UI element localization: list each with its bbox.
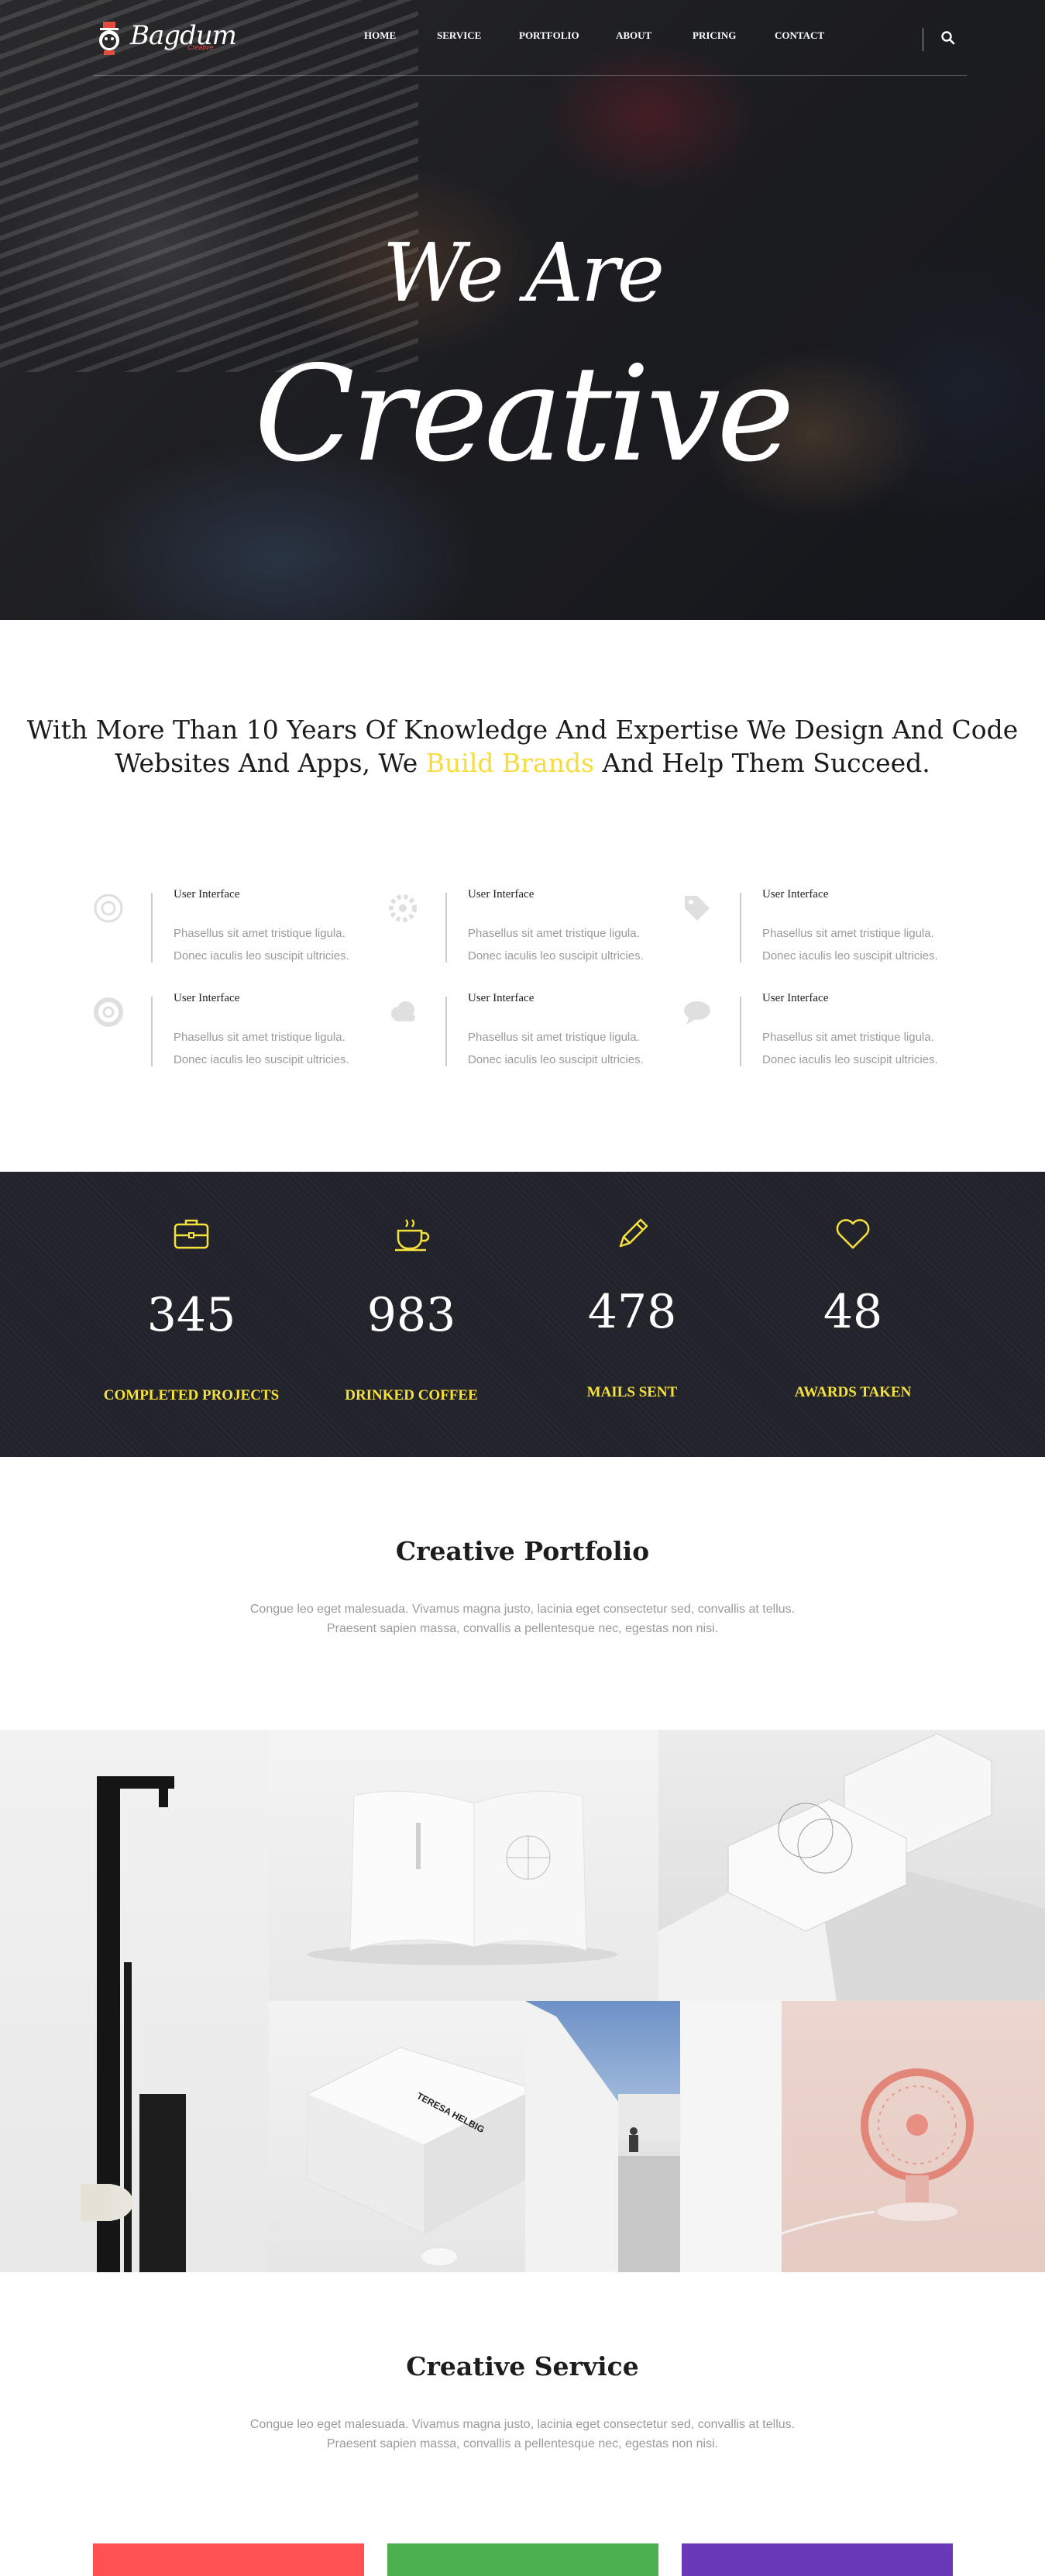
feature-item: User Interface Phasellus sit amet tristi… <box>93 883 372 969</box>
stat-value: 345 <box>146 1288 236 1342</box>
portfolio-description: Congue leo eget malesuada. Vivamus magna… <box>249 1603 796 1635</box>
feature-description: Phasellus sit amet tristique ligula. Done… <box>468 927 644 963</box>
stat-drinked-coffee: 983 DRINKED COFFEE <box>295 1172 528 1457</box>
nav-pricing[interactable]: PRICING <box>693 29 736 42</box>
stat-awards-taken: 48 AWARDS TAKEN <box>737 1172 969 1457</box>
feature-item: User Interface Phasellus sit amet tristi… <box>682 883 961 969</box>
brand-logo[interactable]: Bagdum Creative <box>96 20 237 59</box>
stat-value: 48 <box>823 1285 883 1339</box>
tall-device-image <box>81 1776 186 2272</box>
lifebuoy-icon <box>94 997 123 1027</box>
intro-statement: With More Than 10 Years Of Knowledge And… <box>0 713 1045 780</box>
portfolio-item-book[interactable] <box>269 1730 658 2001</box>
feature-divider <box>151 997 153 1066</box>
stat-value: 478 <box>587 1285 677 1339</box>
cloud-icon <box>391 1001 415 1021</box>
feature-title: User Interface <box>174 992 240 1004</box>
brand-tagline: Creative <box>187 43 214 51</box>
open-book-image <box>308 1790 617 1965</box>
nav-about[interactable]: ABOUT <box>616 29 651 42</box>
feature-title: User Interface <box>762 888 829 901</box>
pencil-icon <box>619 1218 648 1248</box>
hero-section: Bagdum Creative HOME SERVICE PORTFOLIO A… <box>0 0 1045 620</box>
service-card-red[interactable] <box>93 2543 364 2576</box>
feature-item: User Interface Phasellus sit amet tristi… <box>387 987 666 1073</box>
branded-box-image: TERESA HELBIG <box>307 2047 525 2267</box>
feature-description: Phasellus sit amet tristique ligula. Done… <box>174 927 349 963</box>
feature-item: User Interface Phasellus sit amet tristi… <box>93 987 372 1073</box>
stat-value: 983 <box>366 1288 456 1342</box>
target-icon <box>94 894 123 923</box>
nav-home[interactable]: HOME <box>364 29 396 42</box>
stat-label: COMPLETED PROJECTS <box>103 1387 280 1403</box>
nav-contact[interactable]: CONTACT <box>775 29 824 42</box>
service-card-green[interactable] <box>387 2543 658 2576</box>
coffee-icon <box>395 1219 430 1252</box>
desk-fan-image <box>782 2068 974 2235</box>
settings-icon <box>389 894 417 922</box>
stats-counter-section: 345 COMPLETED PROJECTS 983 DRINKED COFFE… <box>0 1172 1045 1457</box>
features-grid: User Interface Phasellus sit amet tristi… <box>93 883 968 1069</box>
portfolio-title: Creative Portfolio <box>395 1536 650 1566</box>
stat-label: AWARDS TAKEN <box>794 1384 912 1400</box>
feature-divider <box>445 997 447 1066</box>
stat-completed-projects: 345 COMPLETED PROJECTS <box>75 1172 308 1457</box>
portfolio-item-architecture[interactable] <box>525 2001 782 2272</box>
service-card-purple[interactable] <box>682 2543 953 2576</box>
portfolio-item-stationery[interactable] <box>658 1730 1045 2001</box>
feature-description: Phasellus sit amet tristique ligula. Done… <box>762 927 938 963</box>
portfolio-item-fan[interactable] <box>782 2001 1045 2272</box>
feature-description: Phasellus sit amet tristique ligula. Done… <box>762 1031 938 1066</box>
feature-divider <box>740 893 741 963</box>
brand-name: Bagdum <box>130 20 237 51</box>
tag-icon <box>685 896 710 921</box>
hero-headline-main: Creative <box>254 338 795 491</box>
feature-title: User Interface <box>762 992 829 1004</box>
portfolio-item-device[interactable] <box>0 1730 269 2272</box>
briefcase-icon <box>174 1219 209 1249</box>
feature-title: User Interface <box>468 992 535 1004</box>
feature-divider <box>151 893 153 963</box>
service-description: Congue leo eget malesuada. Vivamus magna… <box>249 2418 796 2450</box>
feature-divider <box>740 997 741 1066</box>
stat-label: MAILS SENT <box>586 1384 678 1400</box>
feature-item: User Interface Phasellus sit amet tristi… <box>682 987 961 1073</box>
courtyard-photo <box>525 2001 782 2272</box>
stat-mails-sent: 478 MAILS SENT <box>516 1172 748 1457</box>
search-icon[interactable] <box>940 29 957 46</box>
feature-divider <box>445 893 447 963</box>
feature-title: User Interface <box>468 888 535 901</box>
top-navigation: Bagdum Creative HOME SERVICE PORTFOLIO A… <box>93 0 967 76</box>
stat-label: DRINKED COFFEE <box>345 1387 478 1403</box>
monkey-logo-icon <box>99 22 119 55</box>
nav-portfolio[interactable]: PORTFOLIO <box>519 29 579 42</box>
hero-headline-top: We Are <box>382 226 665 320</box>
chat-icon <box>684 1001 710 1025</box>
portfolio-grid: TERESA HELBIG <box>0 1730 1045 2272</box>
intro-highlight: Build Brands <box>425 748 595 778</box>
service-title: Creative Service <box>406 2351 639 2381</box>
stacked-cards-image <box>658 1733 1045 2001</box>
nav-service[interactable]: SERVICE <box>437 29 481 42</box>
feature-title: User Interface <box>174 888 240 901</box>
feature-description: Phasellus sit amet tristique ligula. Done… <box>468 1031 644 1066</box>
feature-item: User Interface Phasellus sit amet tristi… <box>387 883 666 969</box>
feature-description: Phasellus sit amet tristique ligula. Done… <box>174 1031 349 1066</box>
portfolio-item-box[interactable]: TERESA HELBIG <box>269 2001 525 2272</box>
intro-text-end: And Help Them Succeed. <box>594 748 930 778</box>
heart-icon <box>836 1219 870 1249</box>
